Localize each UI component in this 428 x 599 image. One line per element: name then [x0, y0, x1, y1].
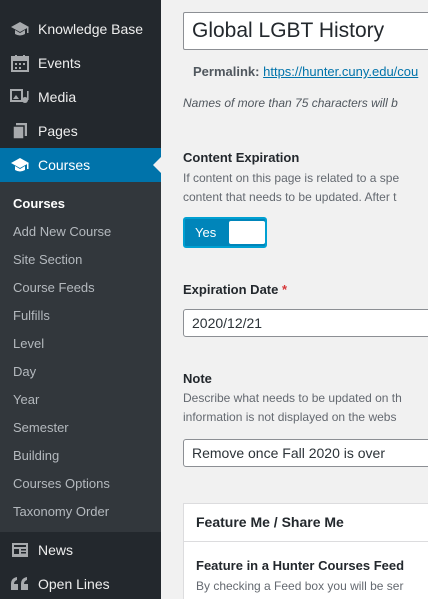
expiration-date-input[interactable]: 2020/12/21	[183, 309, 428, 337]
content-expiration-description: If content on this page is related to a …	[183, 169, 399, 207]
toggle-label: Yes	[195, 225, 217, 240]
courses-submenu: Courses Add New Course Site Section Cour…	[0, 182, 161, 532]
label-text: Expiration Date	[183, 282, 279, 297]
menu-item-label: News	[38, 542, 74, 558]
required-marker: *	[281, 282, 288, 297]
feature-feed-label: Feature in a Hunter Courses Feed	[196, 558, 405, 573]
admin-sidebar: Knowledge Base Events Media Pages Course…	[0, 0, 161, 599]
menu-item-label: Courses	[38, 157, 91, 173]
submenu-item-day[interactable]: Day	[13, 364, 36, 379]
permalink-label: Permalink:	[193, 64, 260, 79]
menu-item-label: Knowledge Base	[38, 21, 144, 37]
menu-item-label: Pages	[38, 123, 78, 139]
submenu-item-semester[interactable]: Semester	[13, 420, 69, 435]
submenu-item-add-new-course[interactable]: Add New Course	[13, 224, 111, 239]
note-input[interactable]: Remove once Fall 2020 is over	[183, 439, 428, 467]
toggle-knob	[229, 221, 265, 244]
submenu-item-building[interactable]: Building	[13, 448, 59, 463]
submenu-item-courses[interactable]: Courses	[13, 196, 65, 211]
menu-item-open-lines[interactable]: Open Lines	[0, 567, 161, 599]
quote-icon	[10, 574, 30, 594]
content-expiration-toggle[interactable]: Yes	[183, 217, 267, 248]
menu-item-label: Media	[38, 89, 77, 105]
menu-item-media[interactable]: Media	[0, 80, 161, 114]
submenu-item-level[interactable]: Level	[13, 336, 44, 351]
description-line: Describe what needs to be updated on th	[183, 391, 402, 405]
news-icon	[10, 540, 30, 560]
permalink-row: Permalink: https://hunter.cuny.edu/cou	[193, 64, 418, 79]
note-label: Note	[183, 371, 212, 386]
submenu-item-year[interactable]: Year	[13, 392, 39, 407]
note-description: Describe what needs to be updated on th …	[183, 389, 402, 427]
description-line: If content on this page is related to a …	[183, 171, 400, 185]
post-title-input[interactable]: Global LGBT History	[183, 12, 428, 50]
pages-icon	[10, 121, 30, 141]
menu-item-news[interactable]: News	[0, 533, 161, 567]
submenu-item-fulfills[interactable]: Fulfills	[13, 308, 50, 323]
menu-item-label: Open Lines	[38, 576, 110, 592]
editor-main: Global LGBT History Permalink: https://h…	[161, 0, 428, 599]
submenu-item-site-section[interactable]: Site Section	[13, 252, 82, 267]
divider	[184, 541, 428, 542]
description-line: content that needs to be updated. After …	[183, 190, 397, 204]
menu-item-courses[interactable]: Courses	[0, 148, 161, 182]
permalink-link[interactable]: https://hunter.cuny.edu/cou	[263, 64, 418, 79]
expiration-date-label: Expiration Date *	[183, 282, 287, 297]
feature-feed-description: By checking a Feed box you will be ser	[196, 579, 404, 593]
feature-me-box: Feature Me / Share Me Feature in a Hunte…	[183, 503, 428, 599]
box-title[interactable]: Feature Me / Share Me	[196, 514, 344, 530]
submenu-item-course-feeds[interactable]: Course Feeds	[13, 280, 95, 295]
menu-item-knowledge-base[interactable]: Knowledge Base	[0, 12, 161, 46]
menu-item-events[interactable]: Events	[0, 46, 161, 80]
graduation-cap-icon	[10, 155, 30, 175]
submenu-item-taxonomy-order[interactable]: Taxonomy Order	[13, 504, 109, 519]
description-line: information is not displayed on the webs	[183, 410, 397, 424]
title-hint: Names of more than 75 characters will b	[183, 96, 398, 110]
submenu-item-courses-options[interactable]: Courses Options	[13, 476, 110, 491]
graduation-cap-icon	[10, 19, 30, 39]
menu-item-label: Events	[38, 55, 81, 71]
media-icon	[10, 87, 30, 107]
content-expiration-label: Content Expiration	[183, 150, 300, 165]
calendar-icon	[10, 53, 30, 73]
menu-item-pages[interactable]: Pages	[0, 114, 161, 148]
